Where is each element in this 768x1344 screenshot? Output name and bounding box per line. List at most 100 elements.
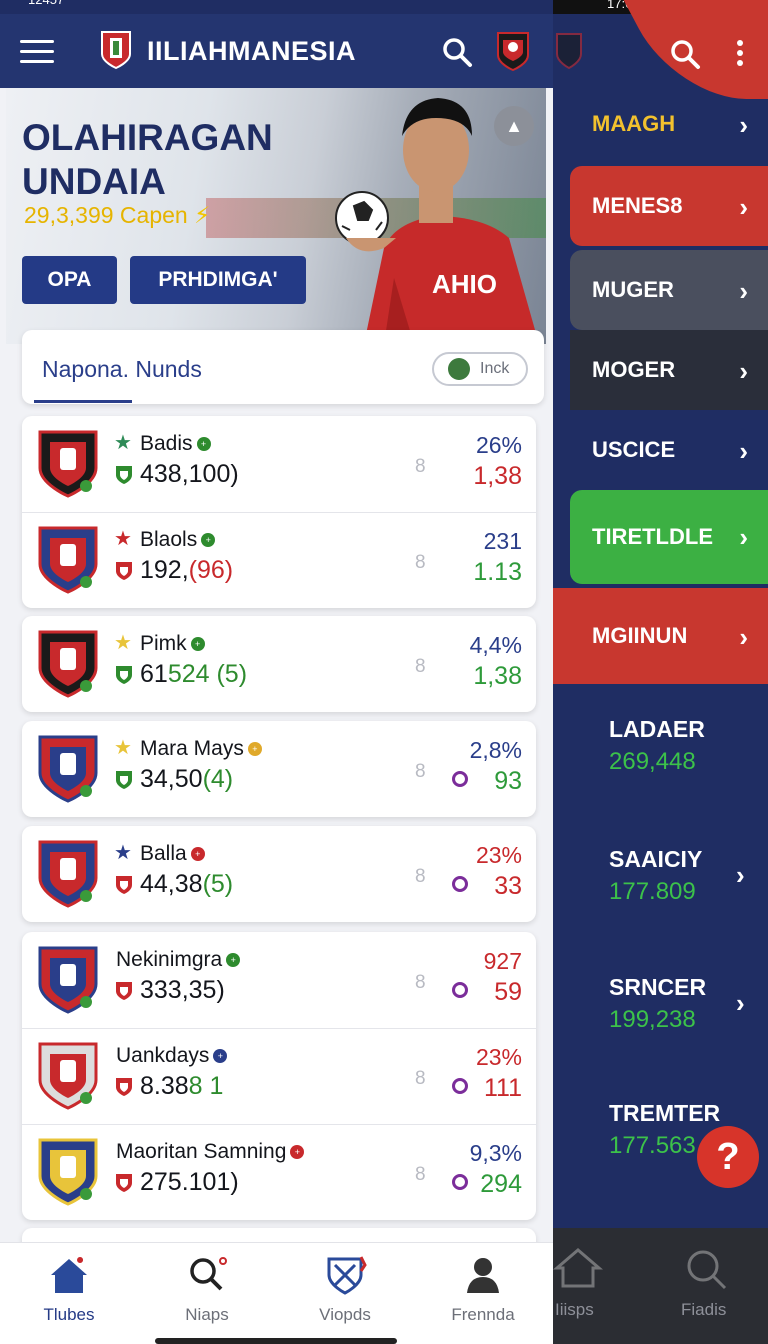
team-card: ★ Mara Mays +34,50(4) 8 2,8% 93 <box>22 721 536 817</box>
stat-top: 4,4% <box>469 632 522 658</box>
chevron-right-icon[interactable]: › <box>736 988 745 1019</box>
main-panel: 12457 IILIAHMANESIA OLAHIRAGAN UNDAIA 29… <box>0 0 553 1344</box>
team-crest-icon <box>38 840 98 908</box>
stat-bottom: 1,38 <box>473 662 522 690</box>
hero-banner[interactable]: OLAHIRAGAN UNDAIA 29,3,399 Capen ⚡ OPA P… <box>6 88 546 344</box>
drawer-item-maagh[interactable]: MAAGH › <box>570 84 768 164</box>
club-crest-icon[interactable] <box>496 30 530 72</box>
hero-subtitle: 29,3,399 Capen ⚡ <box>24 202 211 228</box>
shield-icon <box>116 771 132 789</box>
stat-value-ladaer: 269,448 <box>609 748 696 775</box>
avatar <box>448 358 470 380</box>
status-dot-icon: + <box>290 1145 305 1160</box>
shield-icon <box>116 876 132 894</box>
team-name: Badis + <box>140 432 211 456</box>
star-icon: ★ <box>114 842 132 864</box>
drawer-bottom-nav: Iiisps Fiadis <box>553 1228 768 1344</box>
shield-icon <box>116 1078 132 1096</box>
stat-label-srncer[interactable]: SRNCER <box>609 974 706 1001</box>
table-row[interactable]: ★ Pimk +61524 (5) 8 4,4% 1,38 <box>22 616 536 712</box>
stat-bottom: 33 <box>494 872 522 900</box>
drawer-item-mgiinun[interactable]: MGIINUN › <box>553 588 768 684</box>
jersey-text: AHIO <box>432 269 497 299</box>
hero-button-prhdimga[interactable]: PRHDIMGA' <box>130 256 306 304</box>
lightning-icon: ⚡ <box>194 202 211 228</box>
app-title: IILIAHMANESIA <box>147 36 356 66</box>
drawer-nav-label[interactable]: Iiisps <box>555 1300 594 1320</box>
pill-icon <box>452 1078 468 1094</box>
stat-label-tremter: TREMTER <box>609 1100 721 1126</box>
rank-value: 8 <box>415 972 426 993</box>
table-row[interactable]: Nekinimgra +333,35) 8 927 59 <box>22 932 536 1028</box>
chevron-right-icon: › <box>739 110 748 140</box>
chevron-right-icon[interactable]: › <box>736 860 745 891</box>
pill-icon <box>452 876 468 892</box>
search-icon[interactable] <box>669 38 701 70</box>
shield-icon <box>327 1256 367 1295</box>
app-logo-icon <box>101 31 131 70</box>
team-name: Blaols + <box>140 528 216 552</box>
table-row[interactable]: Maoritan Samning +275.101) 8 9,3% 294 <box>22 1124 536 1220</box>
nav-item-viopds[interactable]: Viopds <box>276 1243 414 1344</box>
drawer-item-moger[interactable]: MOGER › <box>570 330 768 410</box>
table-row[interactable]: ★ Blaols +192,(96) 8 231 1.13 <box>22 512 536 608</box>
drawer-item-tiretldle[interactable]: TIRETLDLE › <box>570 490 768 584</box>
nav-item-frennda[interactable]: Frennda <box>414 1243 552 1344</box>
stat-top: 231 <box>483 528 522 554</box>
table-row[interactable]: Uankdays +8.388 1 8 23% 111 <box>22 1028 536 1124</box>
drawer-item-muger[interactable]: MUGER › <box>570 250 768 330</box>
team-card: ★ Badis +438,100) 8 26% 1,38 ★ Blaols +192,(96) 8… <box>22 416 536 608</box>
star-icon: ★ <box>114 432 132 454</box>
search-person-icon[interactable] <box>681 1244 731 1292</box>
stat-bottom: 294 <box>480 1170 522 1198</box>
menu-icon[interactable] <box>20 40 54 64</box>
stat-top: 927 <box>483 948 522 974</box>
stat-label-saaiciy[interactable]: SAAICIY <box>609 846 702 873</box>
shield-icon <box>116 562 132 580</box>
team-card: ★ Pimk +61524 (5) 8 4,4% 1,38 <box>22 616 536 712</box>
help-button[interactable]: ? <box>697 1126 759 1188</box>
team-crest-icon <box>38 1138 98 1206</box>
chevron-right-icon: › <box>739 356 748 386</box>
status-dot-icon: + <box>213 1049 228 1064</box>
app-screen: 12457 IILIAHMANESIA OLAHIRAGAN UNDAIA 29… <box>0 0 768 1344</box>
team-card: Nekinimgra +333,35) 8 927 59 Uankdays +8.388 1… <box>22 932 536 1220</box>
chevron-right-icon: › <box>739 192 748 222</box>
app-bar: IILIAHMANESIA <box>0 14 553 88</box>
stat-top: 2,8% <box>469 737 522 763</box>
rank-value: 8 <box>415 1068 426 1089</box>
person-icon <box>467 1258 499 1293</box>
stat-top: 23% <box>475 842 522 868</box>
team-crest-icon <box>38 1042 98 1110</box>
chevron-right-icon: › <box>739 436 748 466</box>
drawer-item-uscice[interactable]: USCICE › <box>570 410 768 490</box>
filter-pill[interactable]: Inck <box>432 352 528 386</box>
team-score: 438,100) <box>140 460 239 488</box>
hero-user-badge-icon[interactable]: ▲ <box>494 106 534 146</box>
team-crest-icon <box>38 735 98 803</box>
drawer-item-menes8[interactable]: MENES8 › <box>570 166 768 246</box>
drawer-nav-label[interactable]: Fiadis <box>681 1300 726 1320</box>
home-icon[interactable] <box>553 1244 603 1292</box>
home-indicator <box>155 1338 397 1344</box>
chevron-right-icon: › <box>739 276 748 306</box>
shield-icon <box>116 466 132 484</box>
team-score: 34,50(4) <box>140 765 234 793</box>
team-crest-icon <box>38 526 98 594</box>
team-name: Pimk + <box>140 632 205 656</box>
more-vert-icon[interactable] <box>737 40 743 66</box>
team-name: Uankdays + <box>116 1044 228 1068</box>
filter-pill-label: Inck <box>480 360 510 377</box>
table-row[interactable]: ★ Mara Mays +34,50(4) 8 2,8% 93 <box>22 721 536 817</box>
team-name-label: Maoritan Samning <box>116 1140 287 1163</box>
section-title[interactable]: Napona. Nunds <box>42 356 202 383</box>
nav-item-niaps[interactable]: Niaps <box>138 1243 276 1344</box>
chevron-right-icon: › <box>739 622 748 652</box>
nav-item-tlubes[interactable]: Tlubes <box>0 1243 138 1344</box>
search-icon[interactable] <box>441 36 473 68</box>
table-row[interactable]: ★ Balla +44,38(5) 8 23% 33 <box>22 826 536 922</box>
hero-button-opa[interactable]: OPA <box>22 256 117 304</box>
team-name: Mara Mays + <box>140 737 262 761</box>
table-row[interactable]: ★ Badis +438,100) 8 26% 1,38 <box>22 416 536 512</box>
stat-top: 23% <box>475 1044 522 1070</box>
